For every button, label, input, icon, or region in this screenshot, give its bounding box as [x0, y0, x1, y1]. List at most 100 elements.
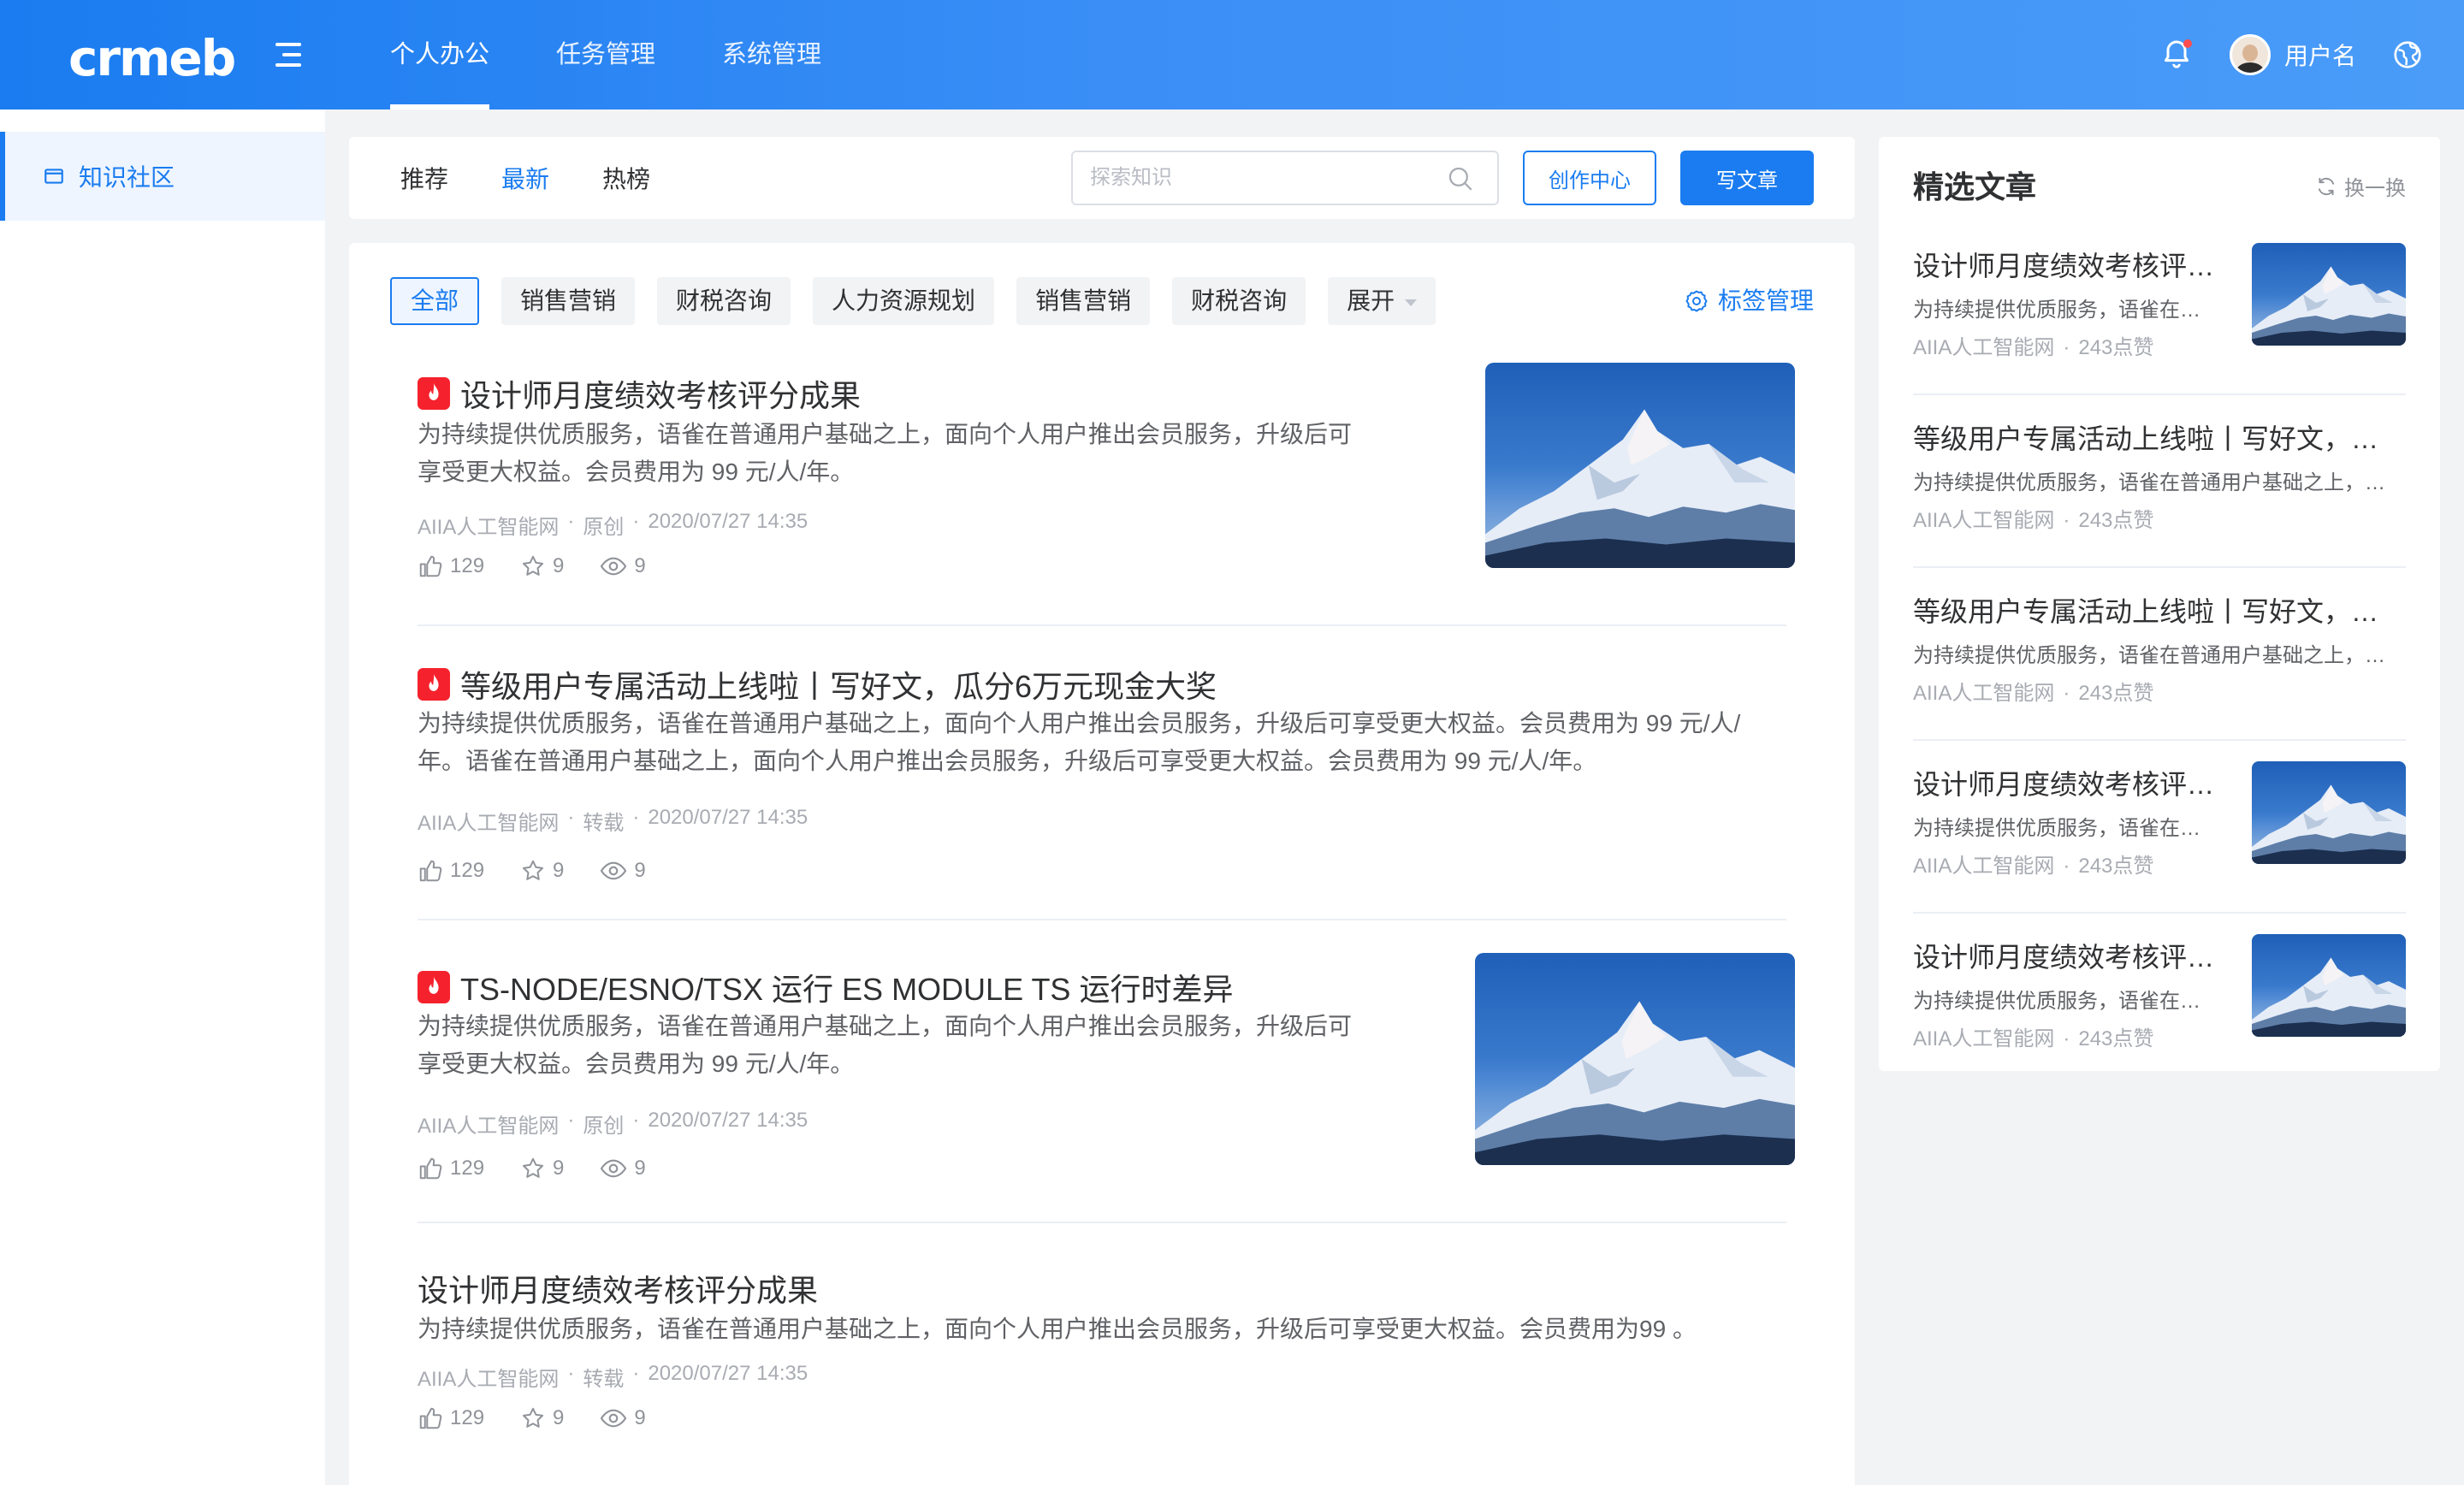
featured-item-thumbnail[interactable] [2252, 243, 2406, 346]
view-count: 9 [634, 1406, 646, 1429]
view-count-item: 9 [600, 1405, 646, 1432]
eye-icon [600, 553, 627, 580]
article-item[interactable]: 设计师月度绩效考核评分成果 为持续提供优质服务，语雀在普通用户基础之上，面向个人… [418, 1266, 1786, 1480]
eye-icon [600, 857, 627, 884]
refresh-label: 换一换 [2344, 177, 2406, 200]
caret-down-icon [1405, 299, 1418, 306]
article-author[interactable]: AIIA人工智能网 [418, 1362, 559, 1392]
avatar[interactable] [2229, 34, 2271, 75]
featured-item-title: 等级用户专属活动上线啦丨写好文，瓜分6万元现金大奖 [1913, 423, 2392, 454]
featured-item-likes: 243点赞 [2078, 1027, 2154, 1050]
featured-item-author: AIIA人工智能网 [1913, 509, 2055, 532]
featured-item[interactable]: 设计师月度绩效考核评分成果 为持续提供优质服务，语雀在普通用户基础之上 AIIA… [1913, 914, 2406, 1086]
tab-hot[interactable]: 热榜 [602, 161, 650, 195]
tag-all[interactable]: 全部 [390, 277, 480, 325]
like-button[interactable]: 129 [418, 1405, 484, 1431]
featured-articles-panel: 精选文章 换一换 设计师月度绩效考核评分成果 为持续提供优质服务，语雀在普通用户… [1879, 137, 2440, 1071]
article-author[interactable]: AIIA人工智能网 [418, 806, 559, 836]
star-icon [520, 858, 546, 884]
article-meta: AIIA人工智能网 · 转载 · 2020/07/27 14:35 [418, 806, 808, 836]
hot-fire-icon [418, 668, 450, 701]
like-count: 129 [450, 859, 485, 882]
article-stats: 129 9 9 [418, 1155, 682, 1182]
menu-fold-icon[interactable] [270, 41, 301, 68]
article-list-card: 全部 销售营销 财税咨询 人力资源规划 销售营销 财税咨询 展开 标签管理 设计… [349, 243, 1855, 1485]
view-count: 9 [634, 859, 646, 882]
like-button[interactable]: 129 [418, 1156, 484, 1181]
featured-item-meta: AIIA人工智能网 · 243点赞 [1913, 855, 2154, 878]
star-count: 9 [553, 1157, 565, 1180]
article-type: 转载 [583, 812, 625, 835]
featured-item[interactable]: 设计师月度绩效考核评分成果 为持续提供优质服务，语雀在普通用户基础之上 AIIA… [1913, 222, 2406, 395]
article-stats: 129 9 9 [418, 553, 682, 580]
article-author[interactable]: AIIA人工智能网 [418, 510, 559, 540]
article-item[interactable]: 等级用户专属活动上线啦丨写好文，瓜分6万元现金大奖 为持续提供优质服务，语雀在普… [418, 662, 1786, 927]
article-type: 原创 [583, 516, 625, 539]
article-type: 转载 [583, 1368, 625, 1391]
tag-sales-marketing[interactable]: 销售营销 [501, 277, 636, 325]
refresh-button[interactable]: 换一换 [2315, 171, 2406, 201]
tag-hr-planning[interactable]: 人力资源规划 [813, 277, 995, 325]
nav-task-management[interactable]: 任务管理 [556, 0, 655, 109]
featured-item[interactable]: 设计师月度绩效考核评分成果 为持续提供优质服务，语雀在普通用户基础之上 AIIA… [1913, 741, 2406, 914]
article-title[interactable]: 等级用户专属活动上线啦丨写好文，瓜分6万元现金大奖 [418, 662, 1217, 707]
star-icon [520, 1156, 546, 1181]
like-button[interactable]: 129 [418, 553, 484, 579]
featured-item-desc: 为持续提供优质服务，语雀在普通用户基础之上 [1913, 299, 2204, 322]
star-button[interactable]: 9 [520, 1156, 564, 1181]
star-button[interactable]: 9 [520, 1405, 564, 1431]
refresh-icon [2318, 177, 2335, 195]
username[interactable]: 用户名 [2284, 38, 2356, 72]
article-desc-line: 为持续提供优质服务，语雀在普通用户基础之上，面向个人用户推出会员服务，升级后可享… [418, 710, 1741, 737]
feed-tabs: 推荐 最新 热榜 [400, 137, 703, 219]
tag-expand[interactable]: 展开 [1328, 277, 1436, 325]
write-article-button[interactable]: 写文章 [1680, 151, 1814, 205]
thumbs-up-icon [418, 1405, 443, 1431]
article-desc-line: 为持续提供优质服务，语雀在普通用户基础之上，面向个人用户推出会员服务，升级后可 [418, 421, 1353, 447]
hot-fire-icon [418, 971, 450, 1003]
gear-icon [1685, 290, 1708, 312]
article-item[interactable]: TS-NODE/ESNO/TSX 运行 ES MODULE TS 运行时差异 为… [418, 965, 1786, 1230]
featured-item-thumbnail[interactable] [2252, 934, 2406, 1037]
tag-tax-consulting[interactable]: 财税咨询 [657, 277, 791, 325]
star-button[interactable]: 9 [520, 553, 564, 579]
article-item[interactable]: 设计师月度绩效考核评分成果 为持续提供优质服务，语雀在普通用户基础之上，面向个人… [418, 371, 1786, 628]
article-title[interactable]: TS-NODE/ESNO/TSX 运行 ES MODULE TS 运行时差异 [418, 965, 1233, 1009]
top-header: crmeb 个人办公 任务管理 系统管理 用户名 [0, 0, 2464, 109]
bell-icon[interactable] [2159, 38, 2194, 72]
article-meta: AIIA人工智能网 · 原创 · 2020/07/27 14:35 [418, 510, 808, 540]
article-author[interactable]: AIIA人工智能网 [418, 1109, 559, 1139]
tab-recommend[interactable]: 推荐 [400, 161, 448, 195]
like-count: 129 [450, 1406, 485, 1429]
featured-item-meta: AIIA人工智能网 · 243点赞 [1913, 1027, 2154, 1050]
tag-manage-link[interactable]: 标签管理 [1684, 277, 1814, 325]
article-thumbnail[interactable] [1485, 363, 1795, 568]
article-title[interactable]: 设计师月度绩效考核评分成果 [418, 1266, 818, 1310]
create-center-button[interactable]: 创作中心 [1523, 151, 1656, 205]
featured-item-thumbnail[interactable] [2252, 761, 2406, 864]
search-input[interactable] [1071, 151, 1499, 205]
nav-personal-office[interactable]: 个人办公 [390, 0, 490, 109]
sidebar: 知识社区 [0, 109, 325, 1485]
featured-item-desc: 为持续提供优质服务，语雀在普通用户基础之上，面向个人用户推出会员服务 [1913, 471, 2392, 494]
featured-item-likes: 243点赞 [2078, 336, 2154, 359]
tag-sales-marketing-2[interactable]: 销售营销 [1016, 277, 1151, 325]
featured-item[interactable]: 等级用户专属活动上线啦丨写好文，瓜分6万元现金大奖 为持续提供优质服务，语雀在普… [1913, 568, 2406, 741]
featured-item[interactable]: 等级用户专属活动上线啦丨写好文，瓜分6万元现金大奖 为持续提供优质服务，语雀在普… [1913, 395, 2406, 568]
article-thumbnail[interactable] [1475, 953, 1795, 1165]
featured-item-likes: 243点赞 [2078, 509, 2154, 532]
globe-icon[interactable] [2392, 39, 2423, 70]
star-button[interactable]: 9 [520, 858, 564, 884]
view-count-item: 9 [600, 553, 646, 580]
featured-item-meta: AIIA人工智能网 · 243点赞 [1913, 682, 2154, 705]
like-button[interactable]: 129 [418, 858, 484, 884]
tag-tax-consulting-2[interactable]: 财税咨询 [1172, 277, 1306, 325]
nav-system-management[interactable]: 系统管理 [722, 0, 821, 109]
logo[interactable]: crmeb [68, 29, 236, 87]
window-icon [44, 169, 63, 184]
sidebar-item-knowledge-community[interactable]: 知识社区 [0, 132, 325, 221]
search-icon[interactable] [1446, 164, 1475, 193]
tab-latest[interactable]: 最新 [501, 161, 549, 195]
featured-item-likes: 243点赞 [2078, 682, 2154, 705]
article-title[interactable]: 设计师月度绩效考核评分成果 [418, 371, 861, 416]
